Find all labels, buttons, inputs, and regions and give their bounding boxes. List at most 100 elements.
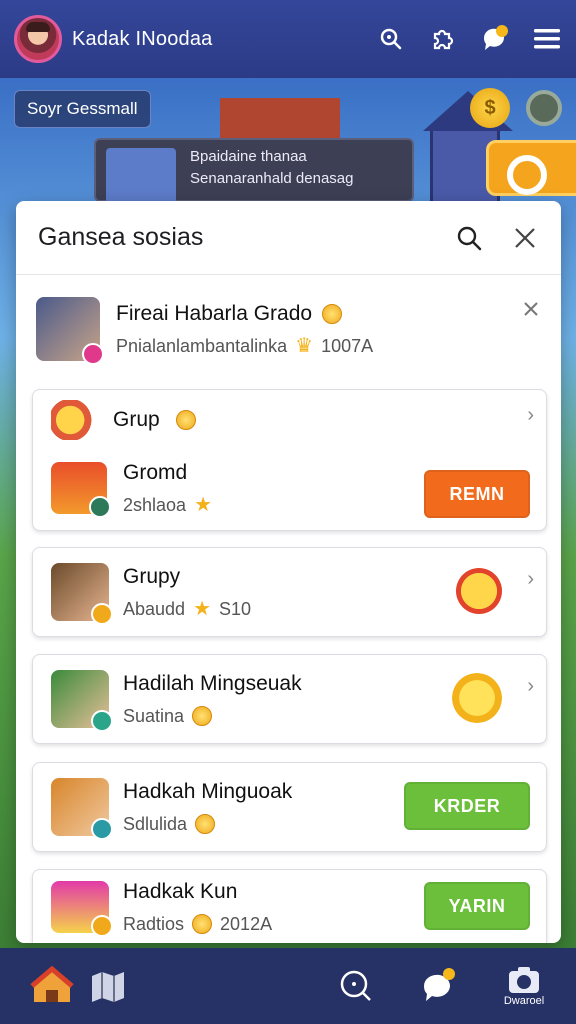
coin-icon [192, 706, 213, 726]
list-card-title: Hadkak Kun [123, 879, 238, 903]
crown-icon: ♛ [295, 335, 314, 357]
featured-dismiss-button[interactable] [523, 301, 539, 322]
search-button[interactable] [376, 24, 406, 54]
modal-title: Gansea sosias [38, 223, 204, 251]
list-card-body: Hadkak Kun Radtios 2012A [123, 880, 272, 935]
camera-icon [509, 967, 539, 993]
gift-box-icon [51, 881, 113, 937]
chevron-right-icon[interactable]: › [527, 568, 534, 591]
list-card-title: Hadilah Mingseuak [123, 671, 302, 695]
chevron-right-icon[interactable]: › [527, 404, 534, 427]
group-item-sub-row: 2shlaoa ★ [123, 495, 212, 516]
notification-button[interactable] [480, 24, 510, 54]
top-bar: Kadak INoodaa [0, 0, 576, 78]
list-card-title: Grupy [123, 564, 181, 588]
nav-camera[interactable]: Dwaroel [496, 956, 552, 1016]
group-item-subtitle: 2shlaoa [123, 494, 187, 515]
krder-button[interactable]: KRDER [404, 782, 530, 830]
card-avatar [51, 778, 113, 840]
ribbon-medal-icon [456, 568, 502, 614]
card-avatar [51, 563, 113, 625]
coin-icon [175, 410, 196, 430]
featured-item[interactable]: Fireai Habarla Grado Pnialanlambantalink… [16, 281, 561, 377]
list-card[interactable]: Hadilah Mingseuak Suatina › [32, 654, 547, 744]
letter-badge-icon [89, 496, 111, 518]
list-card-value: S10 [219, 598, 252, 619]
top-bar-actions [376, 24, 562, 54]
dollar-icon: $ [484, 96, 496, 119]
home-icon [30, 965, 74, 1002]
featured-avatar [36, 297, 104, 365]
list-card[interactable]: Grupy Abaudd ★ S10 › [32, 547, 547, 637]
group-header-title: Grup [113, 408, 160, 431]
card-avatar [51, 670, 113, 732]
list-card-sub-row: Abaudd ★ S10 [123, 599, 251, 620]
star-icon: ★ [194, 494, 212, 516]
nav-map[interactable] [80, 956, 136, 1016]
notification-icon [483, 25, 508, 50]
search-icon [340, 970, 371, 1001]
coin-badge-icon [91, 603, 113, 625]
post-text: Bpaidaine thanaa Senanaranhald denasag [190, 146, 353, 190]
coin-icon [195, 814, 216, 834]
list-card-title: Hadkah Minguoak [123, 779, 293, 803]
close-icon [515, 227, 535, 248]
group-card[interactable]: Grup › Gromd 2shlaoa ★ REMN [32, 389, 547, 531]
close-icon [524, 302, 538, 316]
groups-modal: Gansea sosias Fireai Habarla Grado Pnial… [16, 201, 561, 943]
search-icon [380, 28, 402, 50]
list-card-sub-row: Suatina [123, 706, 302, 727]
medal-icon [51, 400, 99, 440]
coin-button[interactable]: $ [470, 88, 510, 128]
menu-icon [534, 29, 560, 49]
modal-close-button[interactable] [511, 224, 539, 252]
nav-search[interactable] [328, 956, 384, 1016]
coin-badge-icon [91, 915, 113, 937]
bottom-nav: Dwaroel [0, 948, 576, 1024]
search-icon [457, 226, 482, 250]
featured-subtitle: Pnialanlambantalinka [116, 335, 288, 356]
list-card-subtitle: Sdlulida [123, 813, 188, 834]
featured-title: Fireai Habarla Grado [116, 301, 313, 325]
chat-icon [423, 968, 455, 1001]
treasure-chest-icon [51, 462, 111, 518]
featured-title-row: Fireai Habarla Grado [116, 302, 373, 326]
featured-value: 1007A [321, 335, 374, 356]
coin-icon [192, 914, 213, 934]
list-card-value: 2012A [220, 913, 273, 934]
featured-subtitle-row: Pnialanlambantalinka ♛ 1007A [116, 336, 373, 357]
settings-ring-button[interactable] [526, 90, 562, 126]
post-thumbnail [106, 148, 176, 204]
list-card[interactable]: Hadkah Minguoak Sdlulida KRDER [32, 762, 547, 852]
yarin-button[interactable]: YARIN [424, 882, 530, 930]
post-line-1: Bpaidaine thanaa [190, 148, 307, 165]
list-card-subtitle: Suatina [123, 705, 185, 726]
scene-chip[interactable]: Soyr Gessmall [14, 90, 151, 128]
nav-chat[interactable] [412, 956, 468, 1016]
featured-body: Fireai Habarla Grado Pnialanlambantalink… [116, 302, 373, 357]
sun-icon [452, 673, 502, 723]
app-title: Kadak INoodaa [72, 27, 213, 50]
side-reward-button[interactable] [486, 140, 576, 196]
menu-button[interactable] [532, 24, 562, 54]
pink-badge-icon [82, 343, 104, 365]
user-avatar[interactable] [14, 15, 62, 63]
modal-search-button[interactable] [455, 224, 483, 252]
camera-label: Dwaroel [503, 995, 545, 1007]
nav-home[interactable] [24, 956, 80, 1016]
list-card-subtitle: Radtios [123, 913, 185, 934]
list-card-body: Grupy Abaudd ★ S10 [123, 565, 251, 620]
list-card-sub-row: Radtios 2012A [123, 914, 272, 935]
coin-icon [322, 303, 343, 324]
chevron-right-icon[interactable]: › [527, 675, 534, 698]
group-header-row: Grup [33, 392, 546, 448]
teal-badge-icon [91, 710, 113, 732]
group-item-title: Gromd [123, 460, 188, 484]
list-card[interactable]: Hadkak Kun Radtios 2012A YARIN [32, 869, 547, 943]
remn-button[interactable]: REMN [424, 470, 530, 518]
modal-header: Gansea sosias [16, 201, 561, 275]
puzzle-button[interactable] [428, 24, 458, 54]
map-icon [92, 972, 124, 1002]
group-item-body: Gromd 2shlaoa ★ [123, 461, 212, 516]
post-line-2: Senanaranhald denasag [190, 170, 354, 187]
